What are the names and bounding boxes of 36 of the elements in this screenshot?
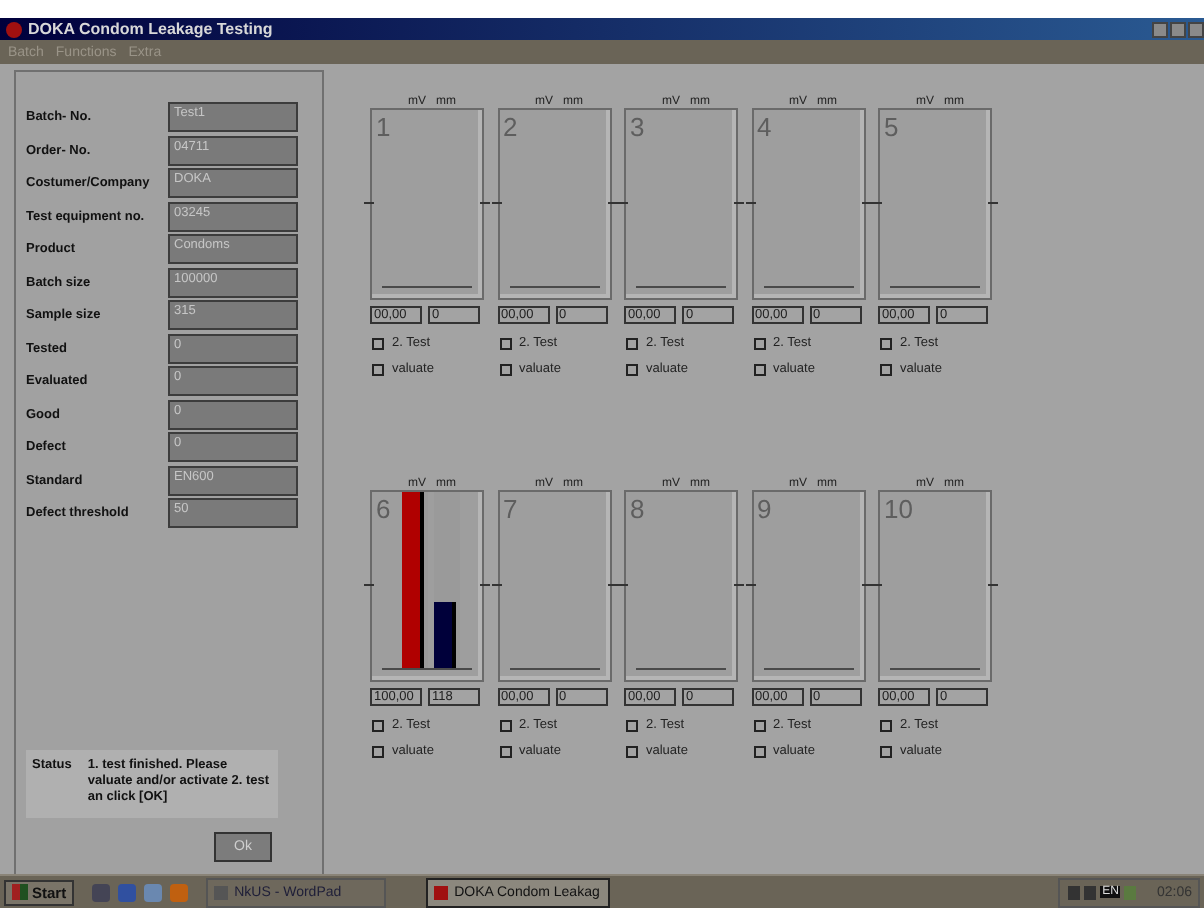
- channel-number: 9: [757, 494, 772, 524]
- checkbox[interactable]: [753, 745, 765, 757]
- close-button[interactable]: [1188, 21, 1204, 37]
- app-icon: [6, 21, 22, 37]
- checkbox[interactable]: [372, 363, 384, 375]
- minimize-button[interactable]: [1152, 21, 1168, 37]
- channel-number: 4: [757, 112, 772, 142]
- maximize-button[interactable]: [1170, 21, 1186, 37]
- checkbox[interactable]: [626, 719, 638, 731]
- checkbox[interactable]: [499, 719, 511, 731]
- checkbox[interactable]: [880, 745, 892, 757]
- checkbox[interactable]: [880, 719, 892, 731]
- channel-number: 7: [503, 494, 518, 524]
- checkbox[interactable]: [372, 719, 384, 731]
- checkbox[interactable]: [626, 745, 638, 757]
- checkbox[interactable]: [499, 745, 511, 757]
- channel-number: 1: [376, 112, 391, 142]
- channel-number: 6: [376, 494, 391, 524]
- checkbox[interactable]: [499, 337, 511, 349]
- channel-number: 5: [884, 112, 899, 142]
- window-title: DOKA Condom Leakage Testing: [28, 20, 273, 38]
- checkbox[interactable]: [626, 363, 638, 375]
- checkbox[interactable]: [626, 337, 638, 349]
- checkbox[interactable]: [753, 719, 765, 731]
- checkbox[interactable]: [753, 337, 765, 349]
- checkbox[interactable]: [372, 337, 384, 349]
- channel-number: 3: [630, 112, 645, 142]
- checkbox[interactable]: [880, 337, 892, 349]
- channel-number: 2: [503, 112, 518, 142]
- checkbox[interactable]: [880, 363, 892, 375]
- checkbox[interactable]: [753, 363, 765, 375]
- checkbox[interactable]: [372, 745, 384, 757]
- windows-flag-icon: [12, 884, 28, 900]
- channel-number: 10: [884, 494, 913, 524]
- channel-number: 8: [630, 494, 645, 524]
- checkbox[interactable]: [499, 363, 511, 375]
